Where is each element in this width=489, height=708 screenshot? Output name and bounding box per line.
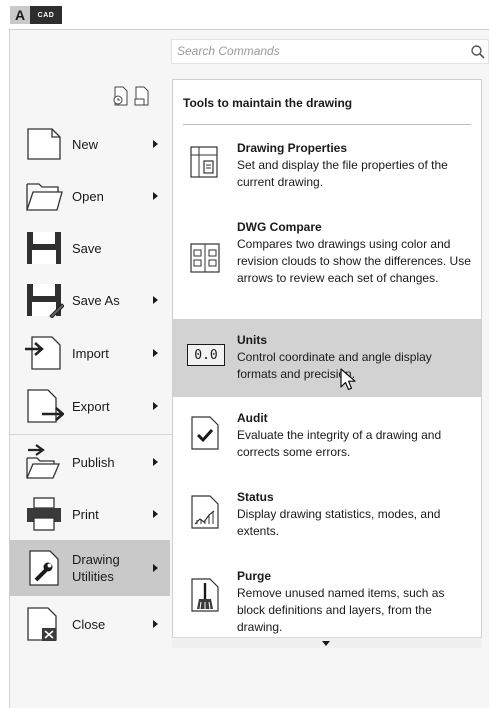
chevron-down-icon — [322, 641, 330, 646]
app-logo-badge: CAD — [30, 6, 62, 24]
import-icon — [25, 336, 61, 370]
mouse-cursor-icon — [340, 368, 356, 391]
purge-broom-icon — [191, 578, 219, 612]
submenu-scroll-down-button[interactable] — [172, 637, 482, 648]
dwg-compare-icon — [190, 243, 220, 273]
open-documents-icon[interactable] — [133, 86, 151, 106]
tool-description: Remove unused named items, such as block… — [237, 586, 445, 634]
export-icon — [27, 389, 64, 423]
tool-description: Evaluate the integrity of a drawing and … — [237, 428, 442, 459]
tool-purge[interactable]: Purge Remove unused named items, such as… — [173, 563, 481, 638]
new-document-icon — [27, 128, 61, 160]
app-logo-letter: A — [10, 6, 30, 24]
menu-item-label: Print — [72, 506, 99, 522]
menu-item-label: Import — [72, 345, 109, 361]
drawing-utilities-submenu: Tools to maintain the drawing Drawing Pr… — [172, 79, 482, 647]
tool-description: Display drawing statistics, modes, and e… — [237, 507, 441, 538]
tool-title: Audit — [237, 411, 268, 425]
menu-item-label: Save — [72, 240, 102, 256]
menu-item-label: Publish — [72, 454, 115, 470]
audit-checkmark-icon — [191, 416, 219, 450]
menu-item-label: Drawing Utilities — [72, 552, 120, 584]
tool-status[interactable]: Status Display drawing statistics, modes… — [173, 484, 481, 554]
menu-item-drawing-utilities[interactable]: Drawing Utilities — [10, 540, 170, 596]
submenu-arrow-icon — [153, 296, 158, 304]
tool-audit[interactable]: Audit Evaluate the integrity of a drawin… — [173, 405, 481, 475]
submenu-arrow-icon — [153, 192, 158, 200]
folder-open-icon — [26, 183, 63, 211]
title-bar: A CAD — [0, 0, 489, 28]
submenu-arrow-icon — [153, 620, 158, 628]
wrench-icon — [29, 550, 59, 586]
menu-item-label: Open — [72, 188, 104, 204]
menu-item-new[interactable]: New — [10, 118, 170, 170]
tool-title: Purge — [237, 569, 272, 583]
submenu-arrow-icon — [153, 349, 158, 357]
close-document-icon — [27, 607, 57, 641]
save-as-icon — [27, 284, 64, 318]
menu-divider — [10, 434, 172, 435]
tool-dwg-compare[interactable]: DWG Compare Compares two drawings using … — [173, 214, 481, 314]
menu-item-print[interactable]: Print — [10, 488, 170, 540]
tool-title: Units — [237, 333, 267, 347]
menu-item-label: Save As — [72, 292, 120, 308]
menu-item-export[interactable]: Export — [10, 380, 170, 432]
menu-item-open[interactable]: Open — [10, 170, 170, 222]
document-view-toggles — [112, 86, 151, 106]
menu-item-import[interactable]: Import — [10, 327, 170, 379]
tool-title: Drawing Properties — [237, 141, 348, 155]
tool-description: Set and display the file properties of t… — [237, 158, 448, 189]
menu-item-save-as[interactable]: Save As — [10, 274, 170, 326]
status-chart-icon — [191, 495, 219, 529]
submenu-divider — [183, 124, 471, 125]
submenu-arrow-icon — [153, 458, 158, 466]
floppy-disk-icon — [27, 232, 61, 264]
printer-icon — [27, 497, 61, 531]
menu-item-label: Close — [72, 616, 106, 632]
menu-item-close[interactable]: Close — [10, 598, 170, 650]
submenu-title: Tools to maintain the drawing — [183, 96, 353, 110]
recent-documents-icon[interactable] — [112, 86, 130, 106]
tool-drawing-properties[interactable]: Drawing Properties Set and display the f… — [173, 135, 481, 205]
submenu-arrow-icon — [153, 402, 158, 410]
drawing-properties-icon — [190, 146, 218, 178]
tool-description: Compares two drawings using color and re… — [237, 237, 471, 285]
search-icon[interactable] — [470, 44, 486, 60]
tool-units[interactable]: 0.0 Units Control coordinate and angle d… — [173, 319, 481, 397]
menu-item-publish[interactable]: Publish — [10, 436, 170, 488]
publish-icon — [26, 444, 60, 479]
menu-item-save[interactable]: Save — [10, 222, 170, 274]
tool-title: Status — [237, 490, 274, 504]
app-logo[interactable]: A CAD — [10, 6, 62, 24]
menu-item-label: New — [72, 136, 99, 152]
submenu-arrow-icon — [153, 140, 158, 148]
units-icon: 0.0 — [187, 344, 225, 366]
menu-item-label: Export — [72, 398, 110, 414]
search-placeholder: Search Commands — [177, 44, 280, 58]
submenu-arrow-icon — [153, 564, 158, 572]
submenu-arrow-icon — [153, 510, 158, 518]
search-commands-field[interactable]: Search Commands — [171, 39, 489, 64]
tool-title: DWG Compare — [237, 220, 322, 234]
